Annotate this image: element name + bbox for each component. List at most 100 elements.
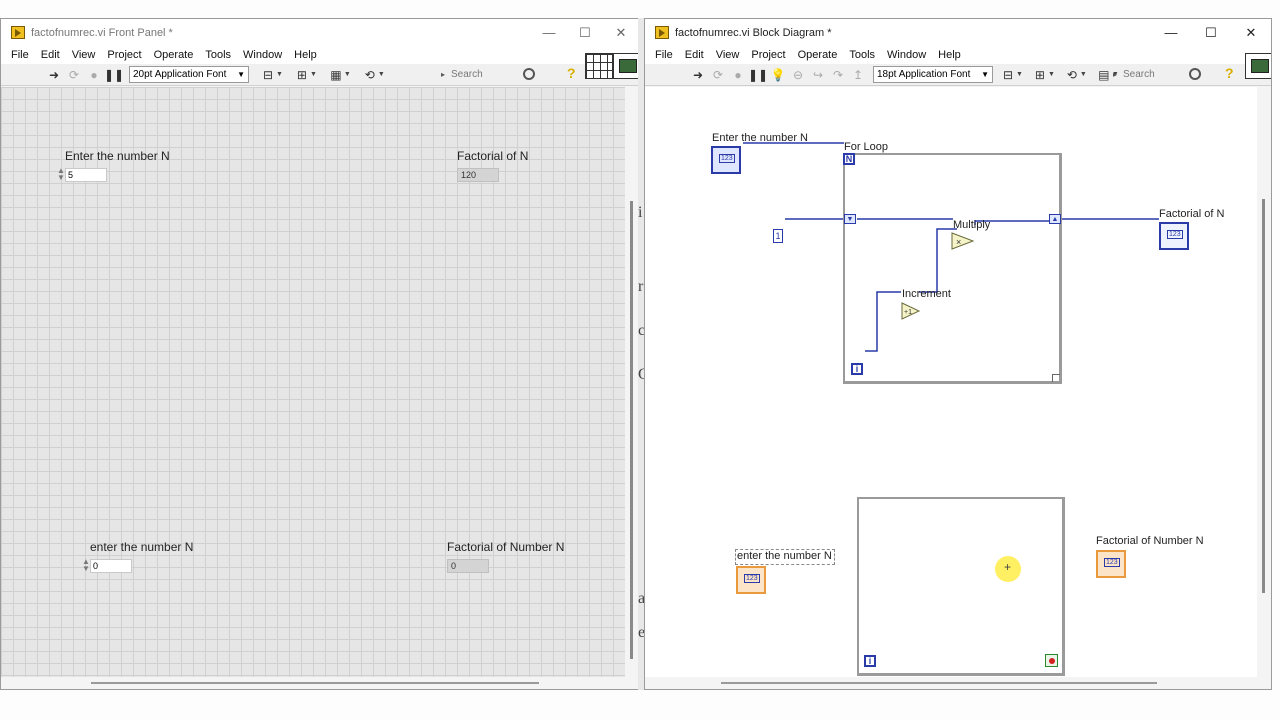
minimize-button[interactable]: —	[1151, 19, 1191, 46]
menu-file[interactable]: File	[5, 49, 35, 61]
abort-icon[interactable]: ●	[729, 67, 747, 83]
maximize-button[interactable]: ☐	[567, 19, 603, 46]
front-panel-titlebar[interactable]: factofnumrec.vi Front Panel * — ☐ ✕	[1, 19, 639, 46]
front-panel-title: factofnumrec.vi Front Panel *	[31, 26, 173, 39]
step-out-icon[interactable]: ↥	[849, 67, 867, 83]
menu-view[interactable]: View	[66, 49, 102, 61]
node-label: Multiply	[953, 219, 991, 231]
loop-resize-handle[interactable]	[1052, 374, 1060, 382]
close-button[interactable]: ✕	[1231, 19, 1271, 46]
minimize-button[interactable]: —	[531, 19, 567, 46]
numeric-control-value[interactable]: 0	[90, 559, 132, 573]
numeric-control[interactable]: ▲ ▼ 0	[82, 558, 132, 574]
loop-iteration-terminal[interactable]: i	[864, 655, 876, 667]
maximize-button[interactable]: ☐	[1191, 19, 1231, 46]
close-button[interactable]: ✕	[603, 19, 639, 46]
loop-count-terminal[interactable]: N	[843, 153, 855, 165]
chevron-down-icon: ▼	[343, 71, 351, 78]
vertical-scrollbar[interactable]	[1257, 87, 1271, 689]
numeric-indicator-terminal[interactable]	[1159, 222, 1189, 250]
vi-icon[interactable]	[1245, 53, 1271, 79]
increment-glyph: +1	[904, 309, 912, 316]
numeric-indicator-value: 0	[447, 559, 489, 573]
font-select[interactable]: 18pt Application Font ▼	[873, 66, 993, 83]
menu-edit[interactable]: Edit	[679, 49, 710, 61]
numeric-constant[interactable]: 1	[773, 229, 783, 243]
pause-icon[interactable]: ❚❚	[104, 67, 124, 83]
for-loop[interactable]	[843, 153, 1062, 384]
menu-tools[interactable]: Tools	[199, 49, 237, 61]
chevron-down-icon: ▼	[237, 70, 245, 79]
menu-window[interactable]: Window	[237, 49, 288, 61]
increment-node[interactable]: +1	[901, 302, 921, 320]
menu-help[interactable]: Help	[932, 49, 967, 61]
horizontal-scrollbar[interactable]	[645, 677, 1257, 689]
chevron-down-icon: ▼	[276, 71, 283, 78]
search-input[interactable]: ▸ Search	[441, 66, 557, 83]
shift-register-right[interactable]: ▲	[1049, 214, 1061, 224]
reorder-icon[interactable]: ⟲	[1063, 67, 1081, 83]
menu-project[interactable]: Project	[101, 49, 147, 61]
run-continuously-icon[interactable]: ⟳	[65, 67, 83, 83]
clean-up-diagram-icon[interactable]: ▤	[1095, 67, 1113, 83]
reorder-icon[interactable]: ⟲	[361, 67, 379, 83]
stop-condition-icon[interactable]	[1045, 654, 1058, 667]
menu-operate[interactable]: Operate	[148, 49, 200, 61]
increment-decrement-icon[interactable]: ▲ ▼	[82, 558, 90, 574]
chevron-down-icon: ▼	[309, 71, 317, 78]
connector-pane-icon[interactable]	[585, 53, 613, 79]
menu-view[interactable]: View	[710, 49, 746, 61]
run-continuously-icon[interactable]: ⟳	[709, 67, 727, 83]
align-objects-icon[interactable]: ⊟	[999, 67, 1017, 83]
front-panel-canvas[interactable]: Enter the number N ▲ ▼ 5 Factorial of N 1…	[1, 87, 627, 689]
loop-iteration-terminal[interactable]: i	[851, 363, 863, 375]
block-diagram-canvas[interactable]: Enter the number N For Loop N i ▼ ▲ 1 Mu…	[645, 87, 1259, 689]
cursor-highlight	[995, 556, 1021, 582]
vi-icon[interactable]	[613, 53, 639, 79]
run-arrow-icon[interactable]: ➜	[45, 67, 63, 83]
help-icon[interactable]: ?	[1225, 65, 1234, 81]
scrollbar-thumb[interactable]	[91, 682, 539, 684]
increment-decrement-icon[interactable]: ▲ ▼	[57, 167, 65, 183]
menu-window[interactable]: Window	[881, 49, 932, 61]
run-arrow-icon[interactable]: ➜	[689, 67, 707, 83]
numeric-control-terminal[interactable]	[736, 566, 766, 594]
pause-icon[interactable]: ❚❚	[748, 67, 768, 83]
menu-edit[interactable]: Edit	[35, 49, 66, 61]
distribute-objects-icon[interactable]: ⊞	[293, 67, 311, 83]
resize-objects-icon[interactable]: ▦	[327, 67, 345, 83]
menu-project[interactable]: Project	[745, 49, 791, 61]
horizontal-scrollbar[interactable]	[1, 677, 625, 689]
search-icon[interactable]	[1189, 68, 1201, 80]
menu-help[interactable]: Help	[288, 49, 323, 61]
menu-file[interactable]: File	[649, 49, 679, 61]
chevron-right-icon: ▸	[441, 70, 446, 79]
step-over-icon[interactable]: ↷	[829, 67, 847, 83]
labview-icon	[655, 26, 669, 39]
distribute-objects-icon[interactable]: ⊞	[1031, 67, 1049, 83]
menu-tools[interactable]: Tools	[843, 49, 881, 61]
block-diagram-titlebar[interactable]: factofnumrec.vi Block Diagram * — ☐ ✕	[645, 19, 1271, 46]
font-select[interactable]: 20pt Application Font ▼	[129, 66, 249, 83]
highlight-execution-icon[interactable]: 💡	[769, 67, 787, 83]
numeric-control[interactable]: ▲ ▼ 5	[57, 167, 107, 183]
numeric-control-terminal[interactable]	[711, 146, 741, 174]
align-objects-icon[interactable]: ⊟	[259, 67, 277, 83]
scrollbar-thumb[interactable]	[721, 682, 1157, 684]
vertical-scrollbar[interactable]	[625, 87, 639, 689]
multiply-node[interactable]: ×	[951, 232, 975, 250]
search-input[interactable]: ▸ Search	[1113, 66, 1223, 83]
abort-icon[interactable]: ●	[85, 67, 103, 83]
chevron-down-icon: ▼	[981, 70, 989, 79]
step-into-icon[interactable]: ↪	[809, 67, 827, 83]
search-icon[interactable]	[523, 68, 535, 80]
retain-wire-values-icon[interactable]: ⊖	[789, 67, 807, 83]
numeric-control-value[interactable]: 5	[65, 168, 107, 182]
scrollbar-thumb[interactable]	[1262, 199, 1265, 593]
while-loop[interactable]	[857, 497, 1065, 676]
menu-operate[interactable]: Operate	[792, 49, 844, 61]
shift-register-left[interactable]: ▼	[844, 214, 856, 224]
numeric-indicator-terminal[interactable]	[1096, 550, 1126, 578]
scrollbar-thumb[interactable]	[630, 201, 633, 659]
help-icon[interactable]: ?	[567, 65, 576, 81]
